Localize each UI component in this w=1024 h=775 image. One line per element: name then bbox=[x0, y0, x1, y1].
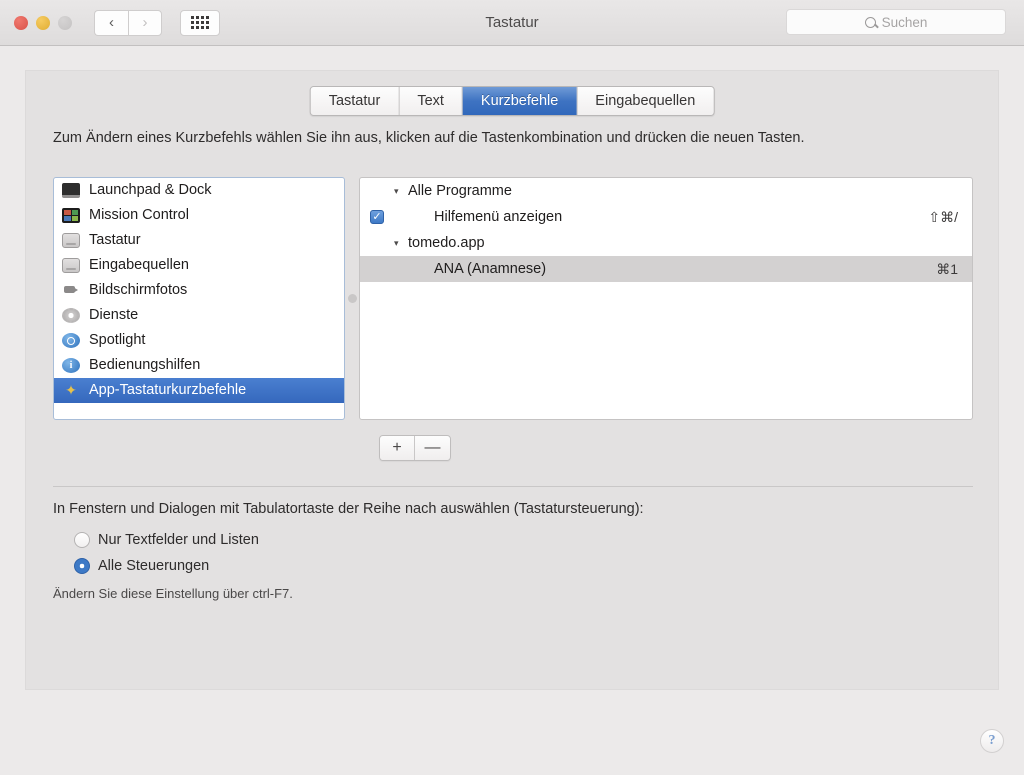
shortcut-item-label: Hilfemenü anzeigen bbox=[434, 209, 563, 225]
screenshot-camera-icon bbox=[62, 283, 80, 298]
sidebar-item-label: Spotlight bbox=[89, 332, 146, 349]
shortcut-key[interactable]: ⇧⌘/ bbox=[928, 209, 958, 226]
keyboard-icon bbox=[62, 233, 80, 248]
radio-option-all-controls[interactable]: Alle Steuerungen bbox=[74, 558, 209, 574]
back-button[interactable]: ‹ bbox=[94, 9, 128, 36]
radio-button-selected-icon[interactable] bbox=[74, 558, 90, 574]
radio-option-label: Nur Textfelder und Listen bbox=[98, 532, 259, 548]
shortcut-group-row[interactable]: ▾ Alle Programme bbox=[360, 178, 972, 204]
add-remove-button-group: + — bbox=[379, 435, 451, 461]
shortcut-category-list[interactable]: Launchpad & Dock Mission Control Tastatu… bbox=[53, 177, 345, 420]
disclosure-triangle-icon[interactable]: ▾ bbox=[394, 238, 408, 249]
accessibility-info-icon: i bbox=[62, 358, 80, 373]
tab-text[interactable]: Text bbox=[399, 87, 463, 115]
zoom-button[interactable] bbox=[58, 15, 72, 30]
app-shortcuts-star-icon: ✦ bbox=[65, 382, 77, 398]
services-gear-icon bbox=[62, 308, 80, 323]
disclosure-triangle-icon[interactable]: ▾ bbox=[394, 186, 408, 197]
tab-bar: Tastatur Text Kurzbefehle Eingabequellen bbox=[309, 86, 715, 116]
radio-button-icon[interactable] bbox=[74, 532, 90, 548]
sidebar-item-label: Bedienungshilfen bbox=[89, 357, 201, 374]
navigation-button-group: ‹ › bbox=[94, 9, 162, 36]
section-divider bbox=[53, 486, 973, 487]
close-button[interactable] bbox=[14, 15, 28, 30]
sidebar-item-label: Mission Control bbox=[89, 207, 189, 224]
grid-icon bbox=[191, 16, 209, 29]
sidebar-item-eingabequellen[interactable]: Eingabequellen bbox=[54, 253, 344, 278]
sidebar-item-label: App-Tastaturkurzbefehle bbox=[89, 382, 247, 399]
tab-kurzbefehle[interactable]: Kurzbefehle bbox=[462, 87, 578, 115]
sidebar-item-label: Tastatur bbox=[89, 232, 141, 249]
help-button[interactable]: ? bbox=[980, 729, 1004, 753]
sidebar-item-bildschirmfotos[interactable]: Bildschirmfotos bbox=[54, 278, 344, 303]
shortcut-group-label: Alle Programme bbox=[408, 183, 512, 199]
add-shortcut-button[interactable]: + bbox=[380, 436, 415, 460]
tab-tastatur[interactable]: Tastatur bbox=[310, 87, 400, 115]
sidebar-item-bedienungshilfen[interactable]: i Bedienungshilfen bbox=[54, 353, 344, 378]
minimize-button[interactable] bbox=[36, 15, 50, 30]
search-placeholder: Suchen bbox=[881, 14, 928, 30]
shortcut-enabled-checkbox[interactable]: ✓ bbox=[360, 210, 394, 224]
sidebar-item-label: Launchpad & Dock bbox=[89, 182, 212, 199]
sidebar-item-dienste[interactable]: Dienste bbox=[54, 303, 344, 328]
launchpad-dock-icon bbox=[62, 183, 80, 198]
preferences-panel: Tastatur Text Kurzbefehle Eingabequellen… bbox=[25, 70, 999, 690]
shortcut-item-row[interactable]: ✓ Hilfemenü anzeigen ⇧⌘/ bbox=[360, 204, 972, 230]
shortcut-group-label: tomedo.app bbox=[408, 235, 485, 251]
split-handle-icon bbox=[347, 294, 357, 303]
shortcut-item-label: ANA (Anamnese) bbox=[434, 261, 547, 277]
remove-shortcut-button[interactable]: — bbox=[415, 436, 450, 460]
radio-option-text-fields-and-lists[interactable]: Nur Textfelder und Listen bbox=[74, 532, 259, 548]
checkmark-icon: ✓ bbox=[370, 210, 384, 224]
shortcut-item-row[interactable]: ANA (Anamnese) ⌘1 bbox=[360, 256, 972, 282]
search-field[interactable]: Suchen bbox=[786, 9, 1006, 35]
show-all-preferences-button[interactable] bbox=[180, 9, 220, 36]
sidebar-item-launchpad-dock[interactable]: Launchpad & Dock bbox=[54, 178, 344, 203]
spotlight-magnifier-icon bbox=[62, 333, 80, 348]
mission-control-icon bbox=[62, 208, 80, 223]
keyboard-navigation-heading: In Fenstern und Dialogen mit Tabulatorta… bbox=[53, 501, 644, 517]
sidebar-item-app-tastaturkurzbefehle[interactable]: ✦ App-Tastaturkurzbefehle bbox=[54, 378, 344, 403]
shortcut-group-row[interactable]: ▾ tomedo.app bbox=[360, 230, 972, 256]
instruction-text: Zum Ändern eines Kurzbefehls wählen Sie … bbox=[53, 130, 805, 146]
input-sources-icon bbox=[62, 258, 80, 273]
tab-eingabequellen[interactable]: Eingabequellen bbox=[577, 87, 714, 115]
shortcut-detail-list[interactable]: ▾ Alle Programme ✓ Hilfemenü anzeigen ⇧⌘… bbox=[359, 177, 973, 420]
shortcut-lists-container: Launchpad & Dock Mission Control Tastatu… bbox=[53, 177, 973, 420]
window-titlebar: ‹ › Tastatur Suchen bbox=[0, 0, 1024, 46]
sidebar-item-label: Dienste bbox=[89, 307, 139, 324]
search-icon bbox=[864, 16, 876, 28]
sidebar-item-tastatur[interactable]: Tastatur bbox=[54, 228, 344, 253]
sidebar-item-label: Bildschirmfotos bbox=[89, 282, 188, 299]
radio-option-label: Alle Steuerungen bbox=[98, 558, 210, 574]
split-divider[interactable] bbox=[345, 177, 359, 420]
sidebar-item-mission-control[interactable]: Mission Control bbox=[54, 203, 344, 228]
traffic-light-group bbox=[14, 15, 72, 30]
sidebar-item-spotlight[interactable]: Spotlight bbox=[54, 328, 344, 353]
sidebar-item-label: Eingabequellen bbox=[89, 257, 189, 274]
shortcut-key[interactable]: ⌘1 bbox=[936, 261, 958, 278]
keyboard-navigation-hint: Ändern Sie diese Einstellung über ctrl-F… bbox=[53, 586, 293, 601]
forward-button[interactable]: › bbox=[128, 9, 162, 36]
